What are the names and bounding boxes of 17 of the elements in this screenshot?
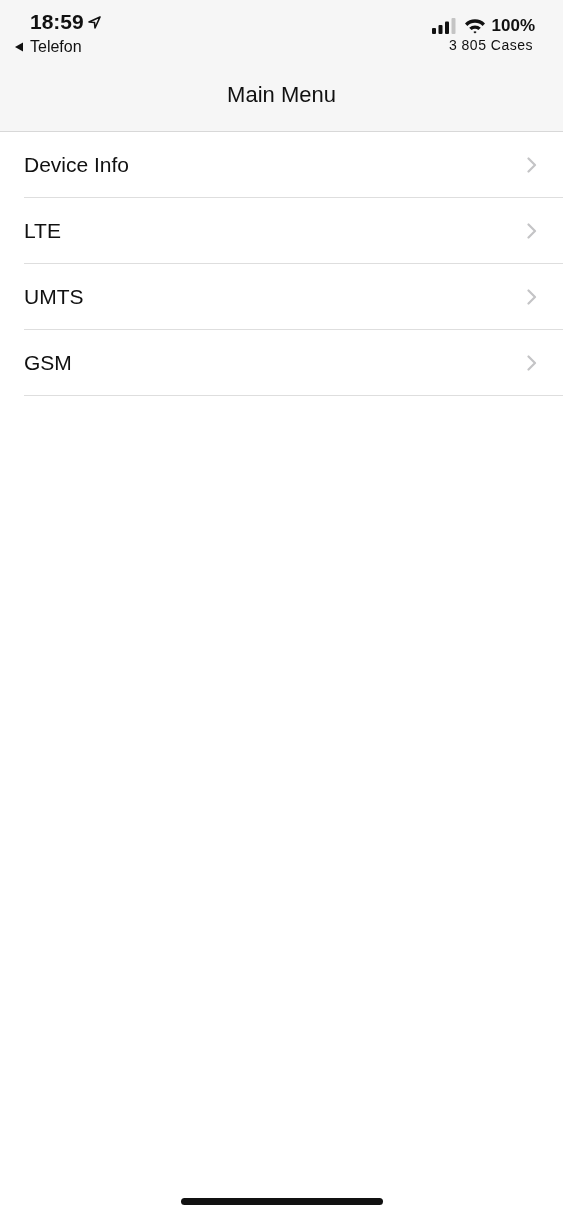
- menu-item[interactable]: Device Info: [24, 132, 563, 198]
- navigation-title: Main Menu: [227, 81, 336, 108]
- chevron-icon: [527, 222, 537, 239]
- battery-percentage: 100%: [491, 15, 535, 37]
- back-link[interactable]: Telefon: [14, 37, 101, 57]
- menu-item[interactable]: UMTS: [24, 264, 563, 330]
- status-time: 18:59: [30, 9, 84, 35]
- chevron-icon: [527, 354, 537, 371]
- back-triangle-icon: [14, 42, 24, 52]
- menu-item[interactable]: LTE: [24, 198, 563, 264]
- chevron-icon: [527, 156, 537, 173]
- carrier-note: 3 805 Cases: [448, 37, 533, 53]
- menu-item[interactable]: GSM: [24, 330, 563, 396]
- wifi-icon: [463, 18, 486, 34]
- signal-icon: [431, 18, 458, 34]
- chevron-icon: [527, 288, 537, 305]
- location-arrow-icon: [87, 15, 101, 29]
